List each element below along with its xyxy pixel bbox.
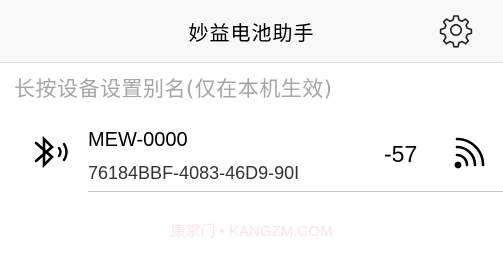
device-name: MEW-0000 xyxy=(88,129,188,151)
device-uuid: 76184BBF-4083-46D9-90I xyxy=(88,163,300,183)
device-row[interactable]: MEW-0000 76184BBF-4083-46D9-90I -57 xyxy=(0,118,503,192)
watermark: 康掌门 • KANGZM.COM xyxy=(170,223,333,240)
bluetooth-icon xyxy=(34,135,68,169)
row-divider xyxy=(88,191,503,192)
section-header: 长按设备设置别名(仅在本机生效) xyxy=(14,77,333,101)
rssi-value: -57 xyxy=(384,141,418,167)
page-title: 妙益电池助手 xyxy=(188,21,315,45)
navigation-bar: 妙益电池助手 xyxy=(0,0,503,63)
gear-icon xyxy=(439,15,473,48)
settings-button[interactable] xyxy=(436,10,476,50)
signal-strength-icon xyxy=(454,137,485,169)
